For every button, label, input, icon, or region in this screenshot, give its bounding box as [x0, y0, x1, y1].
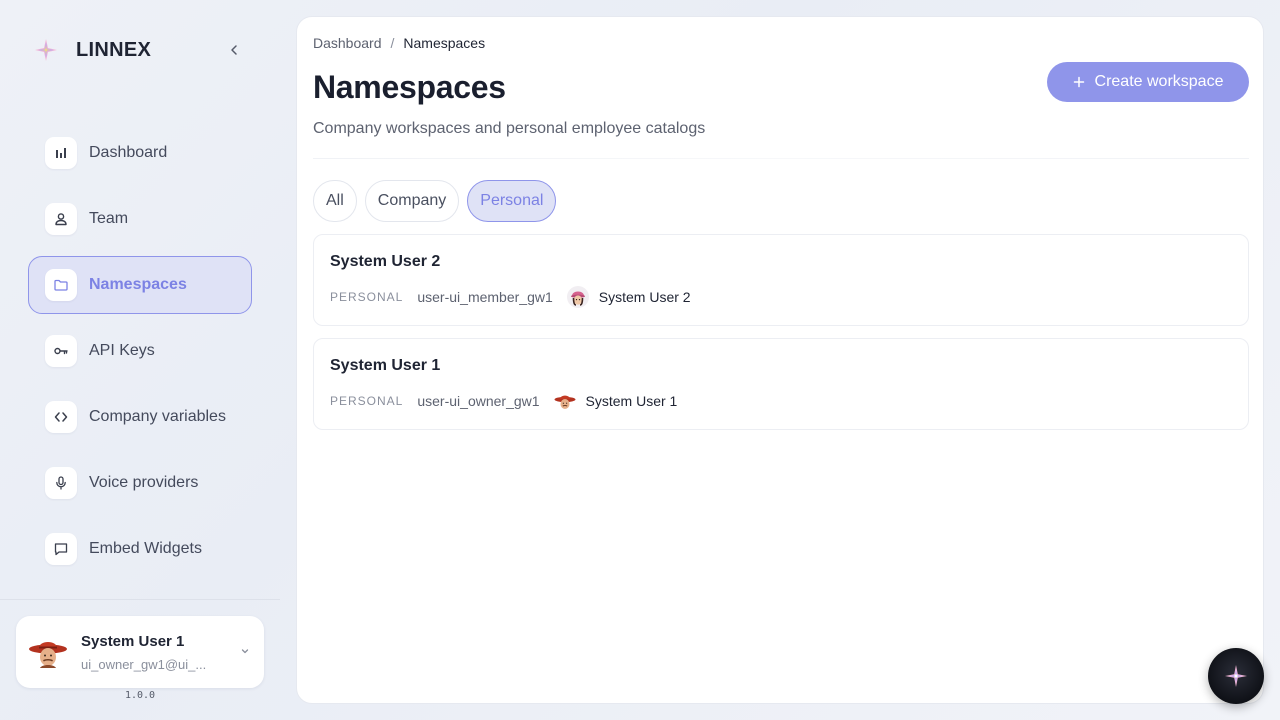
sidebar-item-label: Voice providers [89, 474, 199, 491]
user-email: ui_owner_gw1@ui_... [81, 656, 207, 672]
sidebar-item-label: Embed Widgets [89, 540, 202, 557]
filter-all[interactable]: All [313, 180, 357, 222]
chevron-left-icon [231, 45, 237, 55]
breadcrumb-separator: / [390, 35, 395, 51]
sidebar-divider [0, 599, 280, 600]
namespace-owner: System User 2 [598, 289, 691, 305]
code-icon [45, 401, 77, 433]
namespace-owner: System User 1 [585, 393, 678, 409]
filter-company[interactable]: Company [364, 180, 460, 222]
sidebar-item-label: Team [89, 210, 129, 227]
page-subtitle: Company workspaces and personal employee… [313, 120, 706, 137]
breadcrumb: Dashboard / Namespaces [313, 35, 485, 51]
collapse-sidebar-button[interactable] [222, 38, 246, 62]
ai-assistant-button[interactable] [1208, 648, 1264, 704]
brand[interactable]: LINNEX [32, 34, 151, 66]
sidebar-item-label: Namespaces [89, 276, 187, 293]
namespace-card[interactable]: System User 1 PERSONAL user-ui_owner_gw1… [313, 338, 1249, 430]
breadcrumb-current: Namespaces [403, 35, 486, 51]
sidebar-item-label: Dashboard [89, 144, 168, 161]
sidebar-item-api-keys[interactable]: API Keys [28, 322, 252, 380]
sidebar-item-embed-widgets[interactable]: Embed Widgets [28, 520, 252, 578]
user-menu[interactable]: System User 1 ui_owner_gw1@ui_... [16, 616, 264, 688]
app-version: 1.0.0 [124, 690, 156, 701]
namespace-slug: user-ui_owner_gw1 [417, 393, 540, 409]
avatar [554, 390, 576, 412]
header-divider [313, 158, 1249, 159]
breadcrumb-dashboard-link[interactable]: Dashboard [313, 35, 382, 51]
namespace-filter-tabs: All Company Personal [313, 180, 564, 222]
plus-icon [1073, 76, 1085, 88]
sidebar-item-voice-providers[interactable]: Voice providers [28, 454, 252, 512]
create-workspace-label: Create workspace [1094, 73, 1224, 90]
brand-name: LINNEX [76, 38, 152, 61]
message-square-icon [45, 533, 77, 565]
chevron-down-icon [241, 649, 249, 654]
sidebar-item-company-variables[interactable]: Company variables [28, 388, 252, 446]
namespace-type-badge: PERSONAL [330, 394, 404, 408]
sparkle-icon [1225, 665, 1247, 687]
sidebar-item-label: API Keys [89, 342, 155, 359]
user-icon [45, 203, 77, 235]
sidebar-item-dashboard[interactable]: Dashboard [28, 124, 252, 182]
create-workspace-button[interactable]: Create workspace [1047, 62, 1249, 102]
key-icon [45, 335, 77, 367]
page-title: Namespaces [313, 69, 506, 105]
avatar [566, 286, 589, 308]
bar-chart-icon [45, 137, 77, 169]
namespace-list: System User 2 PERSONAL user-ui_member_gw… [313, 234, 1249, 442]
main-panel: Dashboard / Namespaces Namespaces Compan… [296, 16, 1264, 704]
sidebar: LINNEX Dashboard Team Namespaces API Key… [0, 0, 280, 720]
namespace-title: System User 2 [330, 253, 441, 270]
namespace-type-badge: PERSONAL [330, 290, 404, 304]
folder-icon [45, 269, 77, 301]
avatar [28, 632, 68, 672]
filter-personal[interactable]: Personal [467, 180, 557, 222]
microphone-icon [45, 467, 77, 499]
sparkle-logo-icon [32, 36, 60, 64]
user-name: System User 1 [81, 632, 185, 650]
sidebar-item-team[interactable]: Team [28, 190, 252, 248]
namespace-card[interactable]: System User 2 PERSONAL user-ui_member_gw… [313, 234, 1249, 326]
namespace-slug: user-ui_member_gw1 [417, 289, 553, 305]
namespace-title: System User 1 [330, 357, 441, 374]
sidebar-item-namespaces[interactable]: Namespaces [28, 256, 252, 314]
sidebar-nav: Dashboard Team Namespaces API Keys Compa… [28, 124, 252, 586]
sidebar-item-label: Company variables [89, 408, 226, 425]
